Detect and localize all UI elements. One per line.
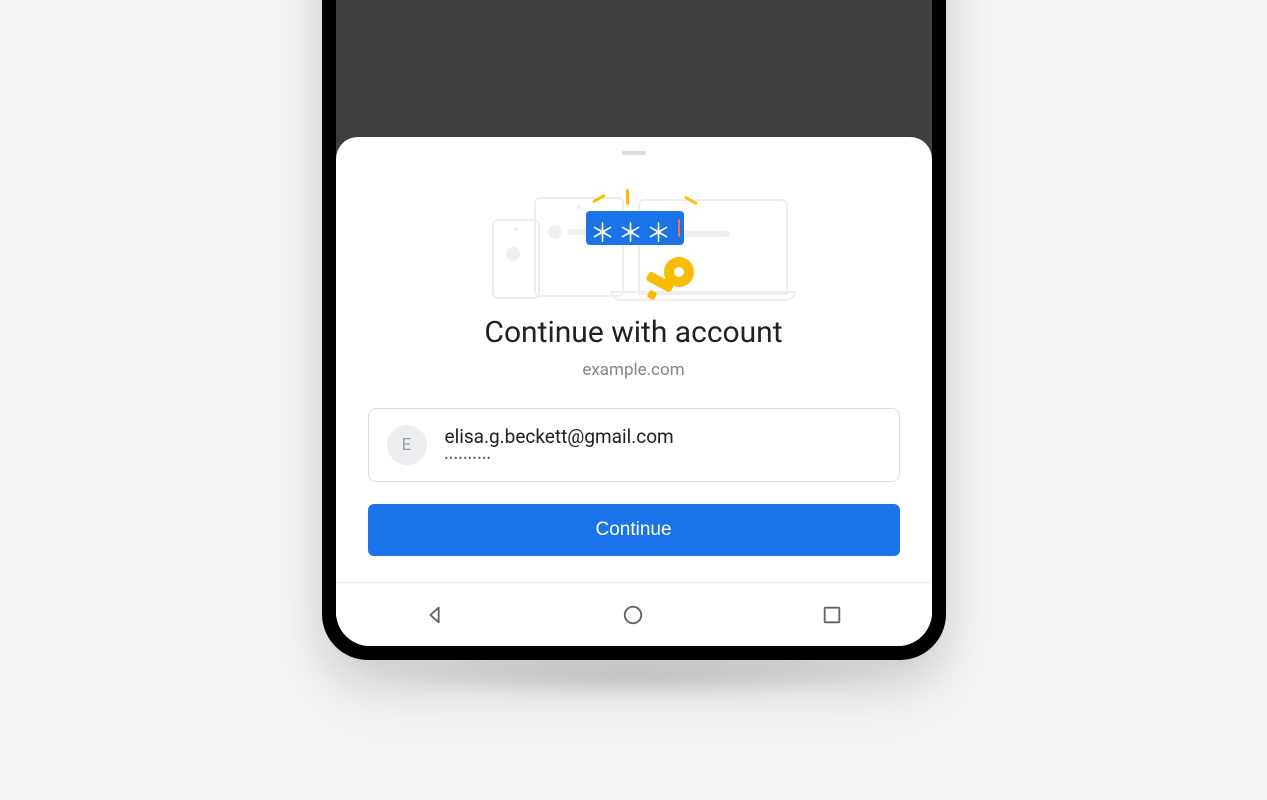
credential-picker-sheet: ＊＊＊ Continue with account example.com E xyxy=(336,137,932,646)
sheet-content: E elisa.g.beckett@gmail.com •••••••••• C… xyxy=(336,408,932,582)
nav-back-icon[interactable] xyxy=(423,603,447,627)
phone-bezel: ＊＊＊ Continue with account example.com E xyxy=(336,0,932,646)
nav-recents-icon[interactable] xyxy=(820,603,844,627)
password-chip-icon: ＊＊＊ xyxy=(586,211,684,245)
spark-icon xyxy=(626,189,629,205)
account-email: elisa.g.beckett@gmail.com xyxy=(445,425,674,448)
dialog-domain: example.com xyxy=(336,360,932,380)
phone-frame: ＊＊＊ Continue with account example.com E xyxy=(322,0,946,660)
account-option[interactable]: E elisa.g.beckett@gmail.com •••••••••• xyxy=(368,408,900,482)
phone-screen: ＊＊＊ Continue with account example.com E xyxy=(336,0,932,646)
avatar: E xyxy=(387,425,427,465)
cursor-icon xyxy=(678,219,680,237)
hero-illustration: ＊＊＊ xyxy=(474,169,794,309)
sheet-grabber[interactable] xyxy=(622,151,646,155)
account-text: elisa.g.beckett@gmail.com •••••••••• xyxy=(445,425,674,465)
nav-home-icon[interactable] xyxy=(621,603,645,627)
dialog-title: Continue with account xyxy=(336,315,932,350)
account-password-mask: •••••••••• xyxy=(445,452,674,465)
android-nav-bar xyxy=(336,582,932,646)
continue-button[interactable]: Continue xyxy=(368,504,900,556)
device-phone-illustration xyxy=(492,219,540,299)
